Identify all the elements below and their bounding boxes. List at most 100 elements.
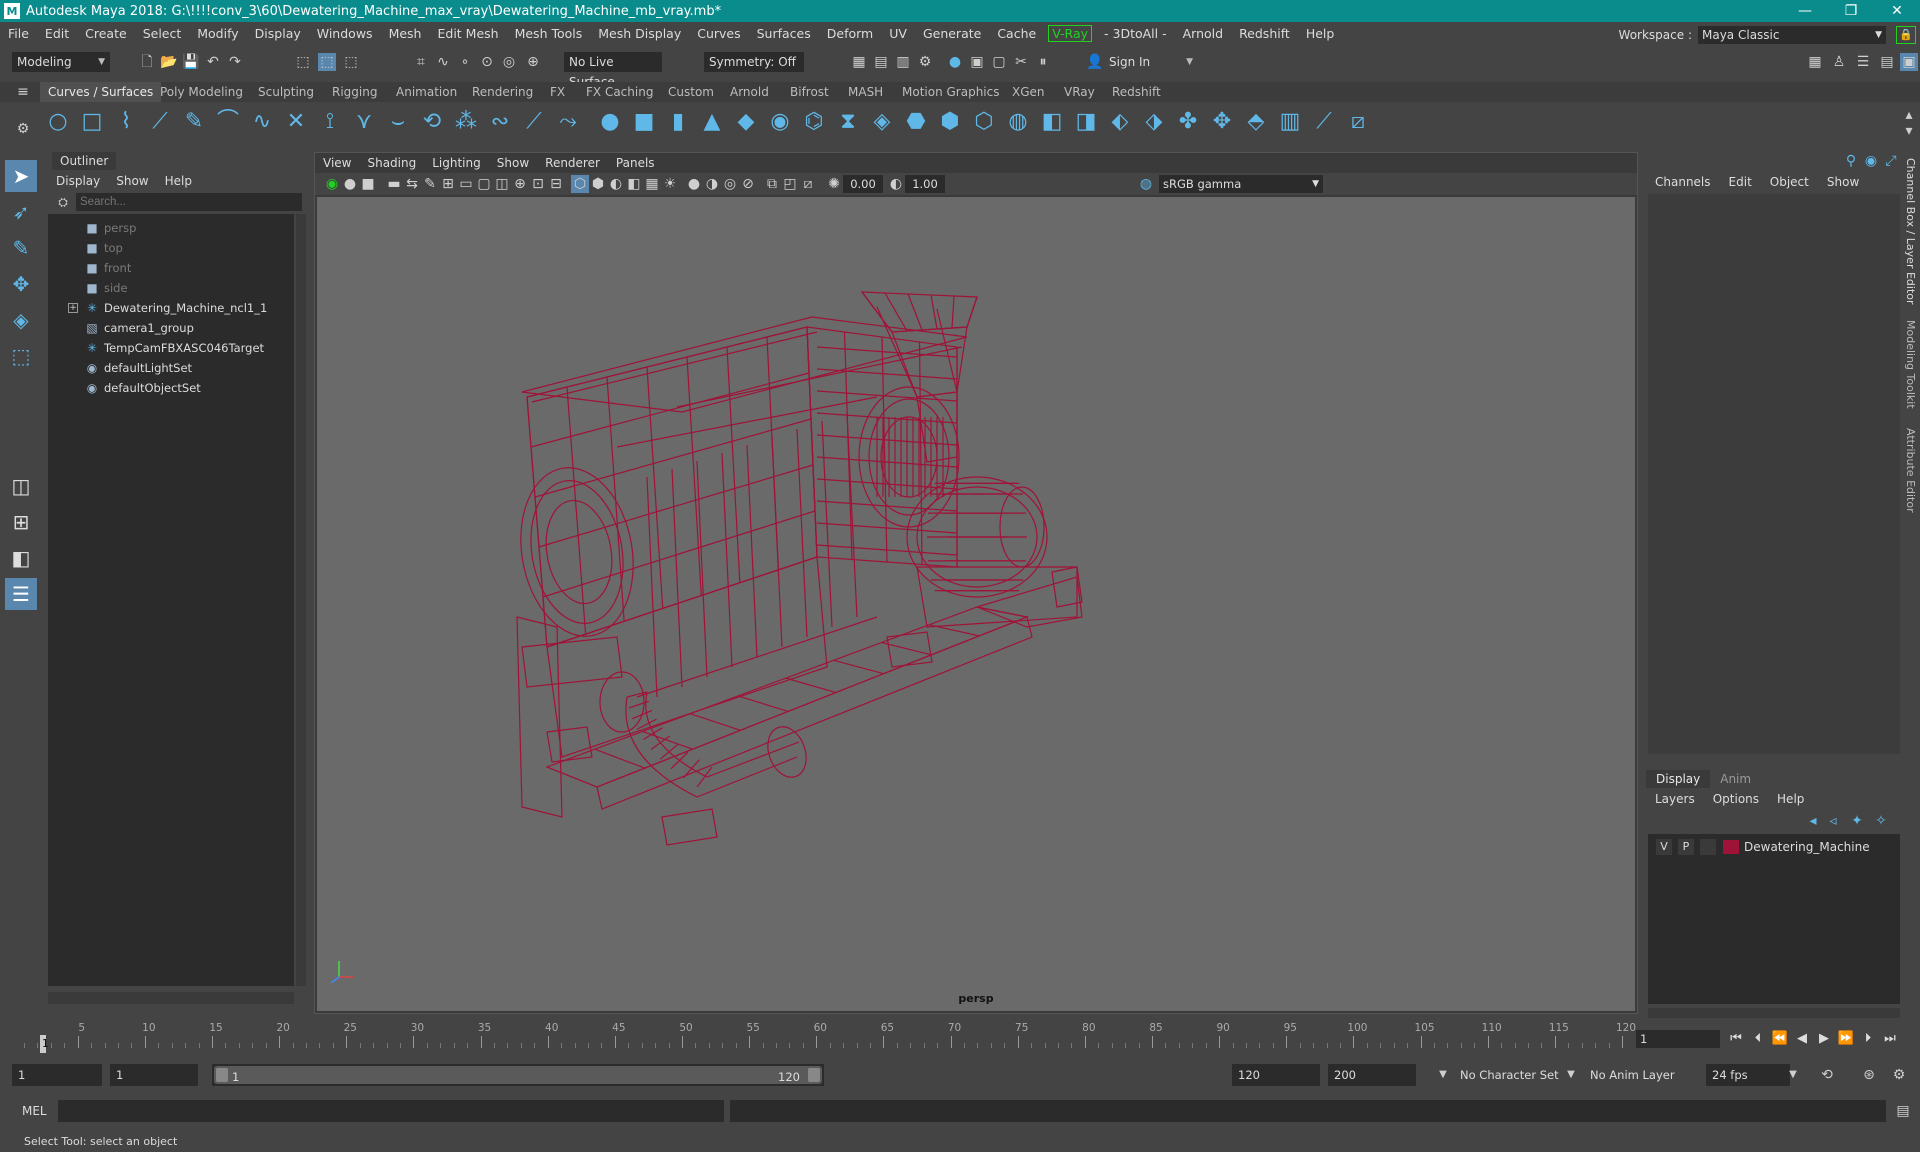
birail-icon[interactable]: ⬢ (936, 108, 964, 136)
animation-start-field[interactable]: 1 (12, 1064, 102, 1086)
go-to-start-icon[interactable]: ⏮ (1726, 1030, 1746, 1048)
auto-key-icon[interactable]: ⊛ (1860, 1066, 1878, 1084)
step-forward-frame-icon[interactable]: ⏵ (1858, 1030, 1878, 1048)
vray-ipr-icon[interactable]: ▣ (968, 53, 986, 71)
nurbs-torus-icon[interactable]: ◉ (766, 108, 794, 136)
snap-live-icon[interactable]: ⊕ (524, 53, 542, 71)
layer-tab-display[interactable]: Display (1646, 770, 1711, 788)
animation-preferences-icon[interactable]: ⚙ (1890, 1066, 1908, 1084)
new-scene-icon[interactable]: 🗋 (138, 53, 156, 71)
select-camera-icon[interactable]: ◉ (323, 175, 341, 193)
select-component-icon[interactable]: ⬚ (342, 53, 360, 71)
fps-dropdown[interactable]: 24 fps (1706, 1064, 1790, 1086)
image-plane-icon[interactable]: ▬ (385, 175, 403, 193)
playback-start-field[interactable]: 1 (110, 1064, 198, 1086)
wireframe-on-shaded-icon[interactable]: ◐ (607, 175, 625, 193)
pencil-curve-icon[interactable]: ✎ (180, 108, 208, 136)
current-frame-field[interactable]: 1 (1636, 1030, 1720, 1048)
field-chart-icon[interactable]: ⊕ (511, 175, 529, 193)
shelf-tab-arnold[interactable]: Arnold (722, 82, 777, 102)
safe-action-icon[interactable]: ⊡ (529, 175, 547, 193)
outliner-horizontal-scrollbar[interactable] (48, 992, 294, 1004)
channel-box-help-icon[interactable]: ◉ (1862, 152, 1880, 170)
camera-attributes-icon[interactable]: ● (341, 175, 359, 193)
anti-aliasing-icon[interactable]: ◎ (721, 175, 739, 193)
menu-uv[interactable]: UV (881, 26, 915, 41)
ipr-render-icon[interactable]: ▥ (894, 53, 912, 71)
save-scene-icon[interactable]: 💾 (182, 53, 200, 71)
shelf-tab-mash[interactable]: MASH (840, 82, 891, 102)
live-surface-field[interactable]: No Live Surface (564, 52, 662, 89)
lock-icon[interactable]: 🔒 (1896, 26, 1916, 44)
xray-icon[interactable]: ◰ (781, 175, 799, 193)
nurbs-cube-icon[interactable]: ■ (630, 108, 658, 136)
play-forwards-icon[interactable]: ▶ (1814, 1030, 1834, 1048)
gamma-icon[interactable]: ◐ (887, 175, 905, 193)
filter-icon[interactable]: ⛭ (54, 193, 72, 211)
sculpt-geometry-icon[interactable]: ✤ (1174, 108, 1202, 136)
isolate-select-icon[interactable]: ⧉ (763, 175, 781, 193)
xray-joints-icon[interactable]: ⧄ (799, 175, 817, 193)
menu-surfaces[interactable]: Surfaces (749, 26, 819, 41)
film-gate-icon[interactable]: ▭ (457, 175, 475, 193)
side-tab-channel-box[interactable]: Channel Box / Layer Editor (1904, 158, 1917, 305)
shelf-tab-curves-surfaces[interactable]: Curves / Surfaces (40, 82, 162, 102)
channel-box-menu-show[interactable]: Show (1818, 172, 1868, 192)
shelf-tab-animation[interactable]: Animation (388, 82, 465, 102)
nurbs-square-icon[interactable]: □ (78, 108, 106, 136)
menu-edit-mesh[interactable]: Edit Mesh (429, 26, 506, 41)
shelf-tab-rendering[interactable]: Rendering (464, 82, 541, 102)
gamma-field[interactable]: 1.00 (905, 175, 945, 193)
human-ik-icon[interactable]: ♙ (1830, 53, 1848, 71)
channel-box-icon[interactable]: ▣ (1900, 53, 1918, 71)
textured-icon[interactable]: ◧ (625, 175, 643, 193)
cv-curve-icon[interactable]: ⌇ (112, 108, 140, 136)
command-language-label[interactable]: MEL (22, 1104, 47, 1118)
shelf-tab-bifrost[interactable]: Bifrost (782, 82, 837, 102)
insert-knot-icon[interactable]: ⋎ (350, 108, 378, 136)
maximize-button[interactable]: ❐ (1828, 0, 1874, 22)
use-all-lights-icon[interactable]: ▦ (643, 175, 661, 193)
bookmarks-icon[interactable]: ■ (359, 175, 377, 193)
viewport-scene[interactable]: persp (317, 197, 1635, 1011)
layer-menu-help[interactable]: Help (1768, 790, 1813, 808)
shadows-icon[interactable]: ☀ (661, 175, 679, 193)
view-transform-dropdown[interactable]: sRGB gamma (1159, 175, 1323, 193)
layer-playback-toggle[interactable]: P (1678, 839, 1694, 855)
fillet-surface-icon[interactable]: ⬗ (1140, 108, 1168, 136)
nurbs-cone-icon[interactable]: ▲ (698, 108, 726, 136)
layer-row-dewatering-machine[interactable]: V P Dewatering_Machine (1648, 838, 1900, 856)
outliner-item-front[interactable]: ■ front (48, 258, 294, 278)
shelf-tab-custom[interactable]: Custom (660, 82, 722, 102)
outliner-item-persp[interactable]: ■ persp (48, 218, 294, 238)
render-settings-icon[interactable]: ⚙ (916, 53, 934, 71)
open-scene-icon[interactable]: 📂 (160, 53, 178, 71)
menu-set-dropdown[interactable]: Modeling (12, 52, 110, 72)
menu-help[interactable]: Help (1298, 26, 1343, 41)
curve-editing-icon[interactable]: ⟋ (520, 108, 548, 136)
shelf-tab-sculpting[interactable]: Sculpting (250, 82, 322, 102)
outliner-search-input[interactable] (76, 193, 302, 211)
insert-isoparm-icon[interactable]: ◨ (1072, 108, 1100, 136)
offset-curve-icon[interactable]: ⟲ (418, 108, 446, 136)
range-slider-bar[interactable]: 1 120 (212, 1064, 824, 1086)
range-start-handle[interactable] (216, 1068, 228, 1082)
tool-settings-icon[interactable]: ▤ (1878, 53, 1896, 71)
shelf-tab-motion-graphics[interactable]: Motion Graphics (894, 82, 1008, 102)
menu-file[interactable]: File (0, 26, 37, 41)
shelf-tab-rigging[interactable]: Rigging (324, 82, 385, 102)
layer-visibility-toggle[interactable]: V (1656, 839, 1672, 855)
grease-pencil-icon[interactable]: ✎ (421, 175, 439, 193)
depth-of-field-icon[interactable]: ⊘ (739, 175, 757, 193)
color-management-icon[interactable]: ◍ (1137, 175, 1155, 193)
four-view-layout-icon[interactable]: ⊞ (5, 506, 37, 538)
single-perspective-layout-icon[interactable]: ◫ (5, 470, 37, 502)
layer-display-type-toggle[interactable] (1700, 839, 1716, 855)
menu-modify[interactable]: Modify (189, 26, 246, 41)
outliner-item-camera1-group[interactable]: ▧ camera1_group (48, 318, 294, 338)
add-points-icon[interactable]: ∾ (486, 108, 514, 136)
bezier-curve-icon[interactable]: ∿ (248, 108, 276, 136)
channel-box-menu-edit[interactable]: Edit (1720, 172, 1761, 192)
expand-icon[interactable]: + (68, 303, 78, 313)
pause-render-icon[interactable]: ⏸ (1034, 53, 1052, 71)
